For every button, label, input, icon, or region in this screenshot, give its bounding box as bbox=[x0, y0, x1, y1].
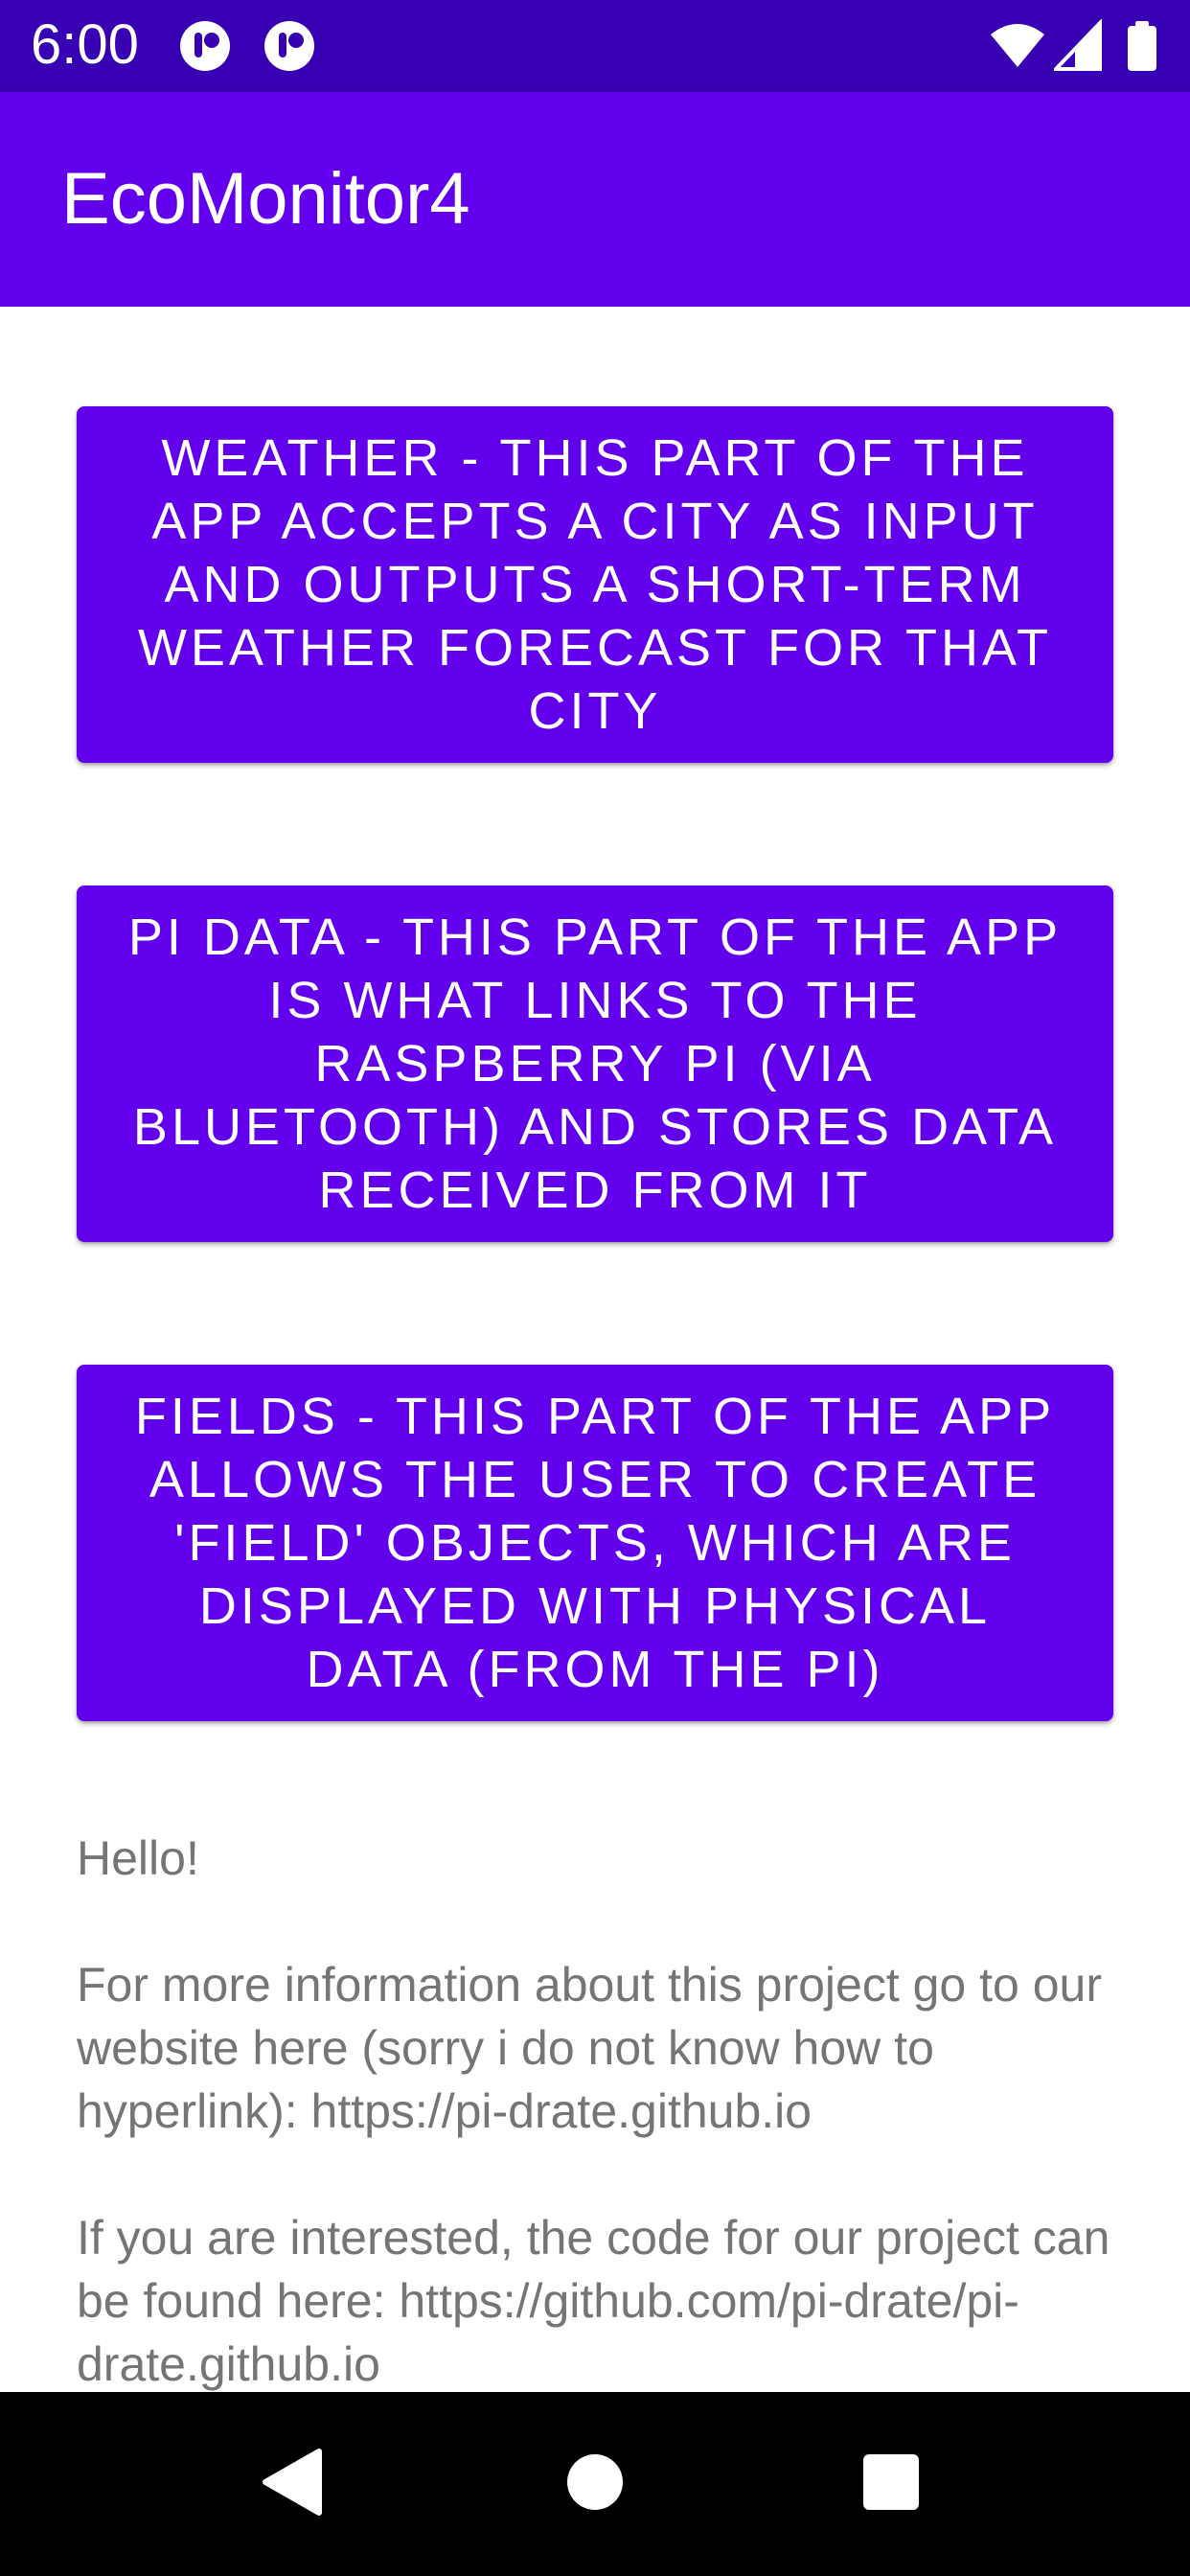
website-text: For more information about this project … bbox=[77, 1958, 1102, 2138]
battery-icon bbox=[1125, 19, 1159, 73]
info-text: Hello! For more information about this p… bbox=[77, 1827, 1113, 2459]
app-title: EcoMonitor4 bbox=[61, 158, 470, 240]
greeting-text: Hello! bbox=[77, 1831, 199, 1885]
weather-button-label: Weather - this part of the app accepts a… bbox=[137, 429, 1053, 740]
fields-button[interactable]: Fields - this part of the app allows the… bbox=[77, 1365, 1113, 1721]
recents-button[interactable] bbox=[849, 2442, 933, 2526]
app-bar: EcoMonitor4 bbox=[0, 92, 1190, 307]
weather-button[interactable]: Weather - this part of the app accepts a… bbox=[77, 406, 1113, 763]
pi-data-button[interactable]: Pi Data - this part of the app is what l… bbox=[77, 886, 1113, 1242]
fields-button-label: Fields - this part of the app allows the… bbox=[134, 1388, 1056, 1698]
status-time: 6:00 bbox=[31, 13, 139, 76]
code-link-text: If you are interested, the code for our … bbox=[77, 2211, 1110, 2391]
home-button[interactable] bbox=[553, 2442, 637, 2526]
cell-signal-icon bbox=[1051, 18, 1102, 73]
screen: 6:00 EcoMonitor4 WEATHER - THIS PART OF … bbox=[0, 0, 1190, 2576]
status-bar: 6:00 bbox=[0, 0, 1190, 92]
app-notification-icon bbox=[178, 19, 232, 73]
back-button[interactable] bbox=[251, 2442, 335, 2526]
wifi-icon bbox=[989, 19, 1046, 73]
back-icon bbox=[260, 2446, 327, 2523]
pi-data-button-label: Pi Data - this part of the app is what l… bbox=[127, 908, 1063, 1219]
home-icon bbox=[564, 2451, 626, 2518]
navigation-bar bbox=[0, 2392, 1190, 2576]
recents-icon bbox=[861, 2452, 921, 2517]
app-notification-icon bbox=[263, 19, 316, 73]
